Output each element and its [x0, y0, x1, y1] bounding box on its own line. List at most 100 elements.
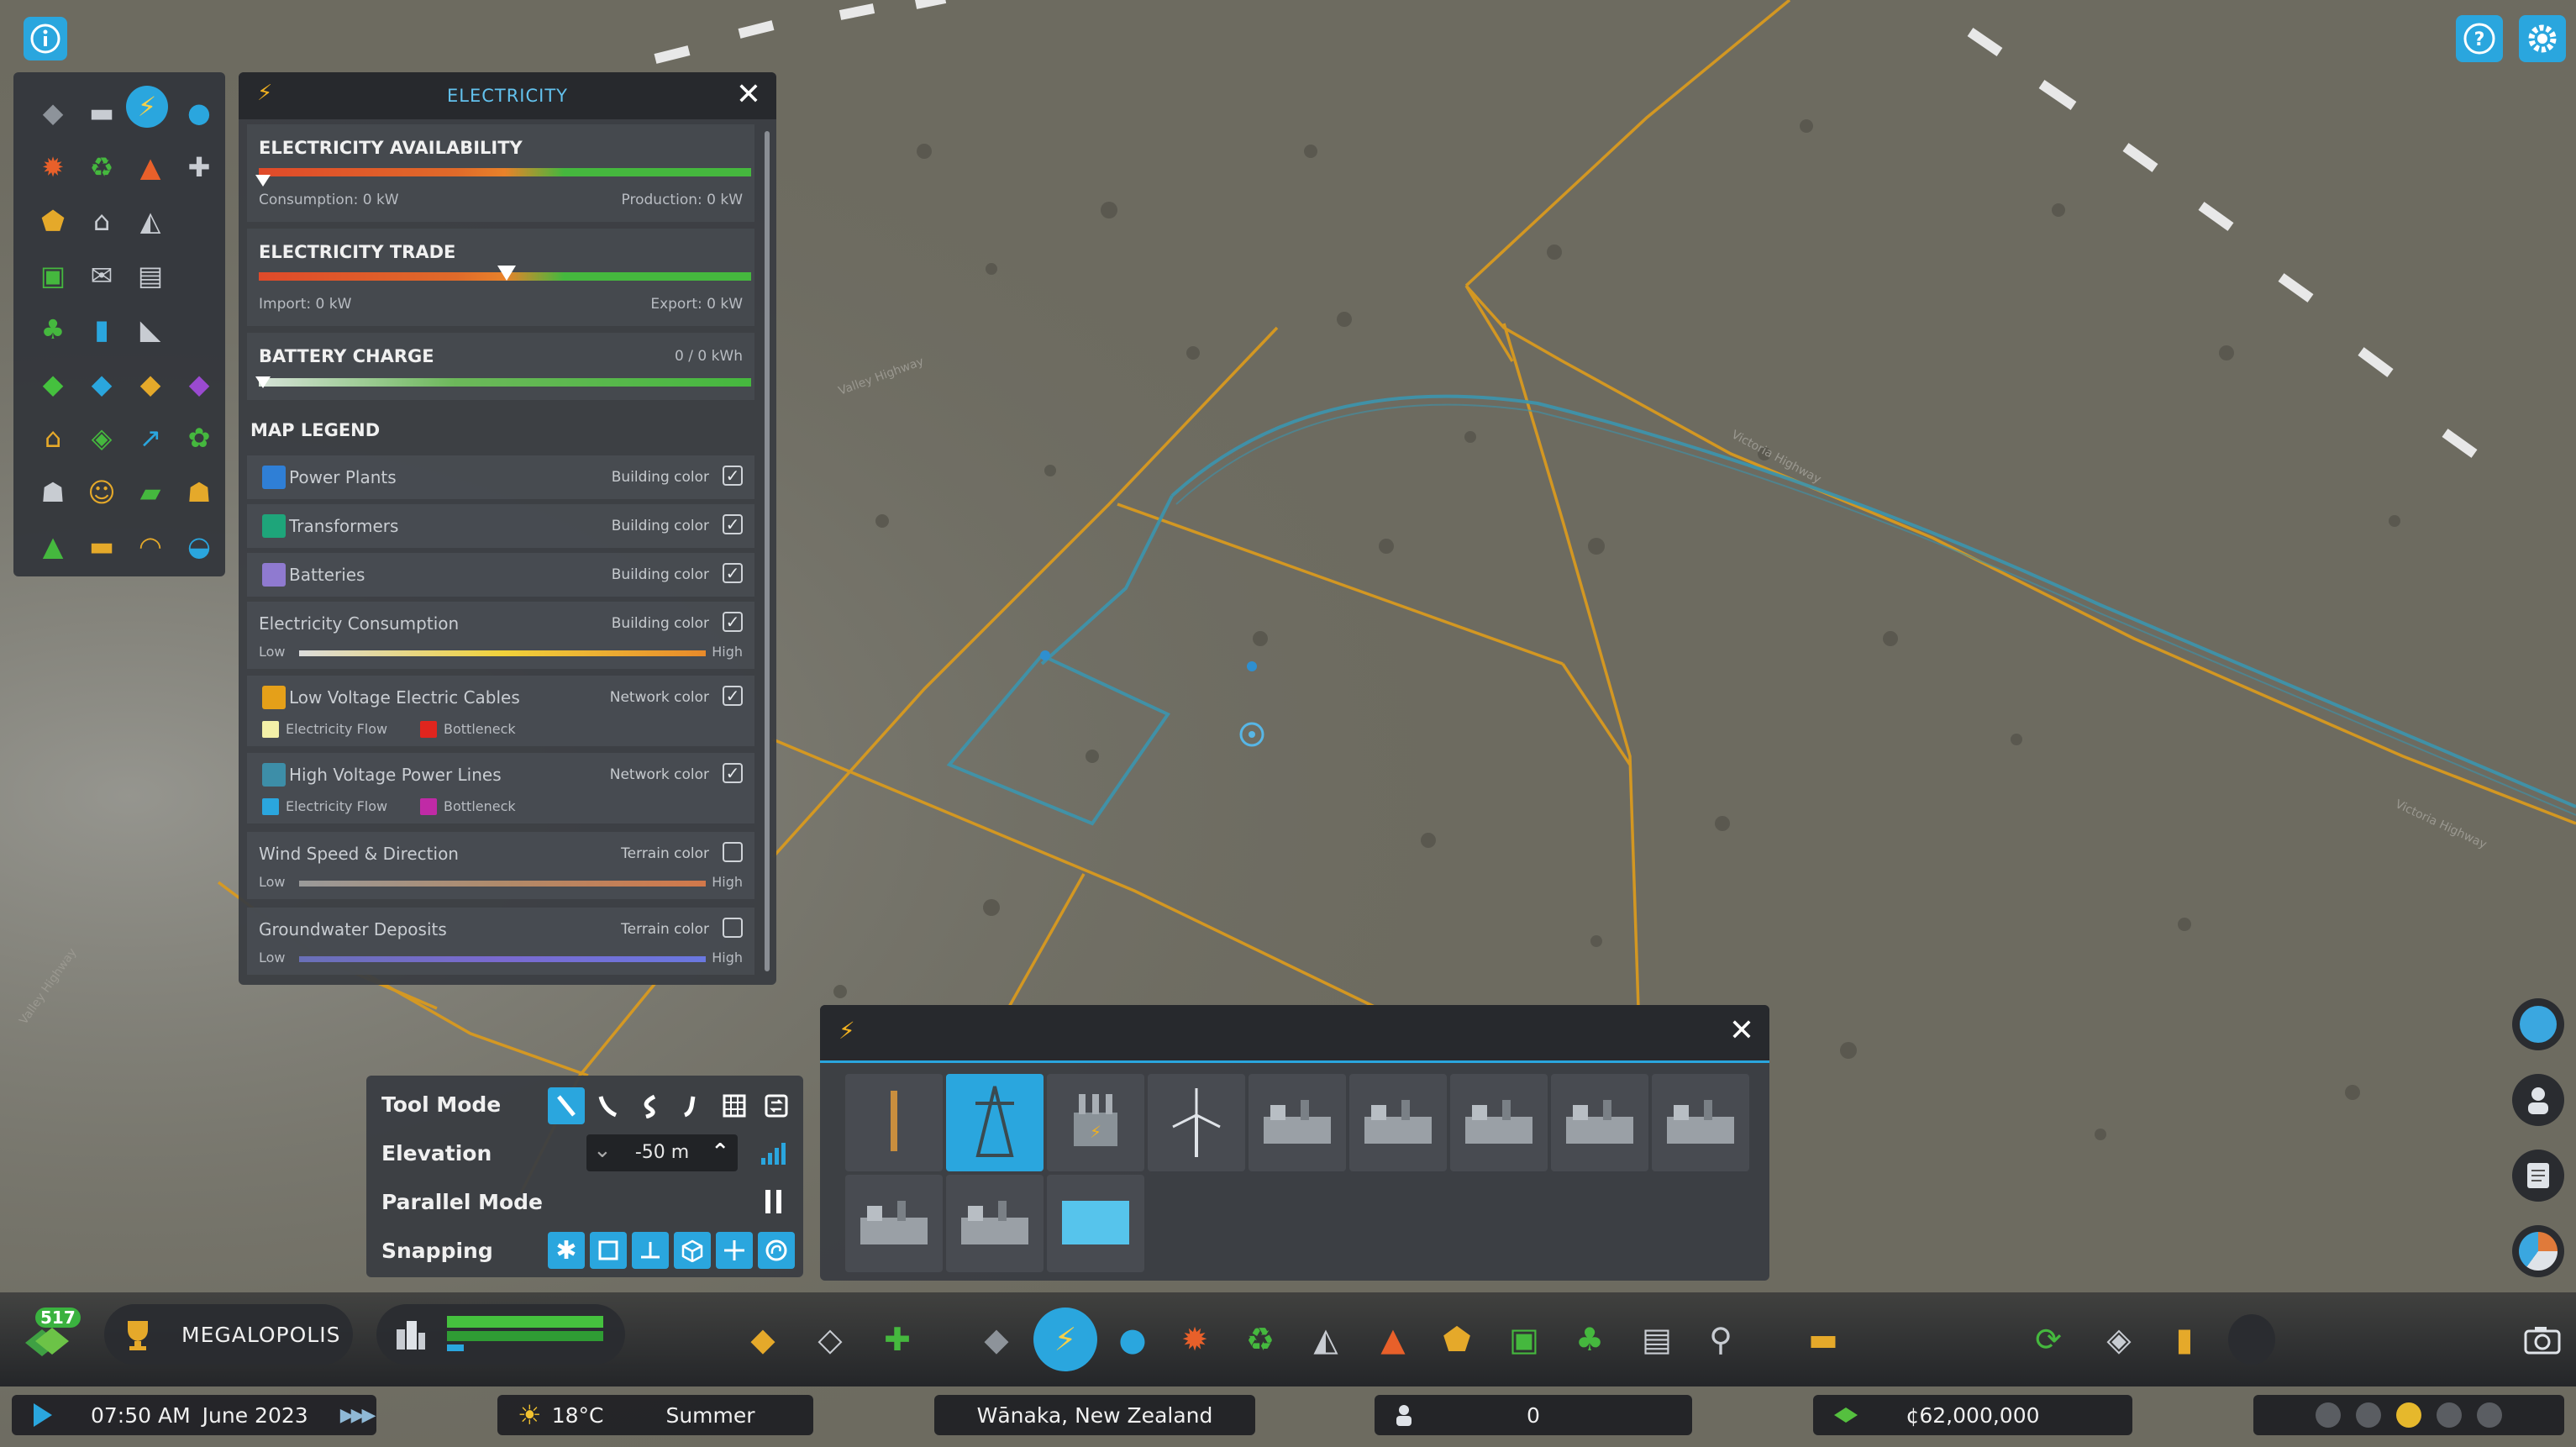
pipe-icon[interactable]: ◣ — [126, 303, 175, 357]
workers-icon[interactable]: ☗ — [175, 466, 223, 520]
map-tiles-tool-button[interactable]: ◈ — [2095, 1316, 2142, 1363]
mail-icon[interactable]: ✉ — [77, 249, 126, 303]
large-power-plant-asset[interactable] — [1652, 1074, 1749, 1171]
water-pollution-icon[interactable]: ◒ — [175, 519, 223, 574]
water-icon[interactable]: ● — [175, 86, 223, 140]
legend-checkbox[interactable] — [723, 842, 743, 862]
close-icon[interactable]: ✕ — [736, 77, 761, 112]
legend-checkbox[interactable]: ✓ — [723, 686, 743, 706]
recycle-icon[interactable]: ♻ — [77, 140, 126, 195]
landscaping-tool-button[interactable]: ⚲ — [1697, 1316, 1744, 1363]
fire-icon[interactable]: ✹ — [29, 140, 77, 195]
disaster-icon[interactable]: ▲ — [126, 140, 175, 195]
roads-tool-button[interactable]: ◆ — [973, 1316, 1020, 1363]
legend-checkbox[interactable]: ✓ — [723, 763, 743, 783]
tool-curve-button[interactable] — [590, 1087, 627, 1124]
snap-zone-button[interactable] — [758, 1232, 795, 1269]
legend-checkbox[interactable]: ✓ — [723, 563, 743, 583]
police-tool-button[interactable]: ⬟ — [1433, 1316, 1480, 1363]
snap-square-button[interactable] — [590, 1232, 627, 1269]
education-tool-button[interactable]: ◭ — [1302, 1316, 1349, 1363]
road-services-tool-button[interactable]: ✚ — [874, 1316, 921, 1363]
help-button[interactable]: ? — [2456, 15, 2503, 62]
transmission-tower-asset[interactable] — [946, 1074, 1044, 1171]
crowd-icon[interactable]: ☗ — [29, 466, 77, 520]
photo-mode-tool-button[interactable] — [2228, 1314, 2275, 1365]
legend-checkbox[interactable]: ✓ — [723, 612, 743, 632]
electricity-icon[interactable]: ⚡ — [126, 86, 168, 128]
government-icon[interactable]: ⌂ — [77, 194, 126, 249]
snap-guideline-button[interactable] — [716, 1232, 753, 1269]
solar-farm-asset[interactable] — [1450, 1074, 1548, 1171]
park-icon[interactable]: ♣ — [29, 303, 77, 357]
zoning-tool-button[interactable]: ◆ — [739, 1316, 786, 1363]
money-icon[interactable]: ▰ — [126, 466, 175, 520]
zone-industrial-icon[interactable]: ◆ — [175, 357, 223, 412]
photo-mode-button[interactable] — [2512, 1225, 2564, 1277]
noise-icon[interactable]: ◠ — [126, 519, 175, 574]
emergency-generator-asset[interactable] — [946, 1175, 1044, 1272]
utility-pole-asset[interactable] — [845, 1074, 943, 1171]
coal-power-plant-asset[interactable] — [1249, 1074, 1346, 1171]
tool-replace-button[interactable] — [758, 1087, 795, 1124]
panel-scrollbar[interactable] — [765, 131, 770, 971]
solar-panel-field-asset[interactable] — [845, 1175, 943, 1272]
tool-straight-button[interactable] — [548, 1087, 585, 1124]
battery-storage-asset[interactable] — [1047, 1175, 1144, 1272]
education-icon[interactable]: ◭ — [126, 194, 175, 249]
landscape-icon[interactable]: ▲ — [29, 519, 77, 574]
play-button[interactable] — [34, 1403, 52, 1427]
goods-icon[interactable]: ▬ — [77, 519, 126, 574]
fast-forward-button[interactable]: ▶▶▶ — [340, 1405, 376, 1426]
screenshot-button[interactable] — [2519, 1316, 2566, 1363]
zone-office-icon[interactable]: ◆ — [126, 357, 175, 412]
growth-icon[interactable]: ↗ — [126, 411, 175, 466]
parallel-mode-button[interactable] — [754, 1183, 791, 1220]
snap-perpendicular-button[interactable] — [632, 1232, 669, 1269]
elevation-up-button[interactable]: ⌃ — [711, 1139, 729, 1165]
city-services-panel[interactable] — [376, 1304, 625, 1365]
zone-commercial-icon[interactable]: ◆ — [77, 357, 126, 412]
garbage-tool-button[interactable]: ♻ — [1237, 1316, 1284, 1363]
tool-complex-curve-button[interactable] — [632, 1087, 669, 1124]
house-icon[interactable]: ⌂ — [29, 411, 77, 466]
chat-icon[interactable]: ▤ — [126, 249, 175, 303]
settings-button[interactable] — [2519, 15, 2566, 62]
transformer-asset[interactable]: ⚡ — [1047, 1074, 1144, 1171]
gas-power-plant-asset[interactable] — [1349, 1074, 1447, 1171]
luggage-icon[interactable]: ▮ — [77, 303, 126, 357]
police-icon[interactable]: ⬟ — [29, 194, 77, 249]
transportation-tool-button[interactable]: ▣ — [1501, 1316, 1548, 1363]
parks-tool-button[interactable]: ♣ — [1566, 1316, 1613, 1363]
bulldozer-tool-button[interactable]: ▬ — [1800, 1316, 1847, 1363]
fire-tool-button[interactable]: ✹ — [1171, 1316, 1218, 1363]
land-value-icon[interactable]: ◈ — [77, 411, 126, 466]
communication-tool-button[interactable]: ▤ — [1633, 1316, 1680, 1363]
tool-grid-button[interactable] — [716, 1087, 753, 1124]
vehicle-icon[interactable]: ▬ — [77, 86, 126, 140]
tool-continuous-button[interactable] — [674, 1087, 711, 1124]
zone-residential-icon[interactable]: ◆ — [29, 357, 77, 412]
water-tool-button[interactable]: ● — [1109, 1316, 1156, 1363]
electricity-tool-button[interactable]: ⚡ — [1033, 1308, 1097, 1371]
legend-checkbox[interactable]: ✓ — [723, 466, 743, 486]
statistics-tool-button[interactable]: ▮ — [2161, 1316, 2208, 1363]
wind-turbine-asset[interactable] — [1148, 1074, 1245, 1171]
legend-checkbox[interactable]: ✓ — [723, 514, 743, 534]
close-icon[interactable]: ✕ — [1729, 1013, 1754, 1048]
nuclear-power-plant-asset[interactable] — [1551, 1074, 1648, 1171]
elevation-step-button[interactable] — [754, 1134, 791, 1171]
journal-button[interactable] — [2512, 1150, 2564, 1202]
transport-overview-tool-button[interactable]: ⟳ — [2025, 1316, 2072, 1363]
city-name-panel[interactable]: MEGALOPOLIS — [104, 1304, 353, 1365]
happy-icon[interactable]: ☺ — [77, 466, 126, 520]
tools-icon[interactable]: ✚ — [175, 140, 223, 195]
snap-all-button[interactable]: ✱ — [548, 1232, 585, 1269]
snap-cube-button[interactable] — [674, 1232, 711, 1269]
advisor-button[interactable] — [2512, 1074, 2564, 1126]
legend-checkbox[interactable] — [723, 918, 743, 938]
radio-button[interactable] — [2512, 998, 2564, 1050]
area-tool-button[interactable]: ◇ — [807, 1316, 854, 1363]
info-button[interactable] — [24, 17, 67, 61]
plant-icon[interactable]: ✿ — [175, 411, 223, 466]
